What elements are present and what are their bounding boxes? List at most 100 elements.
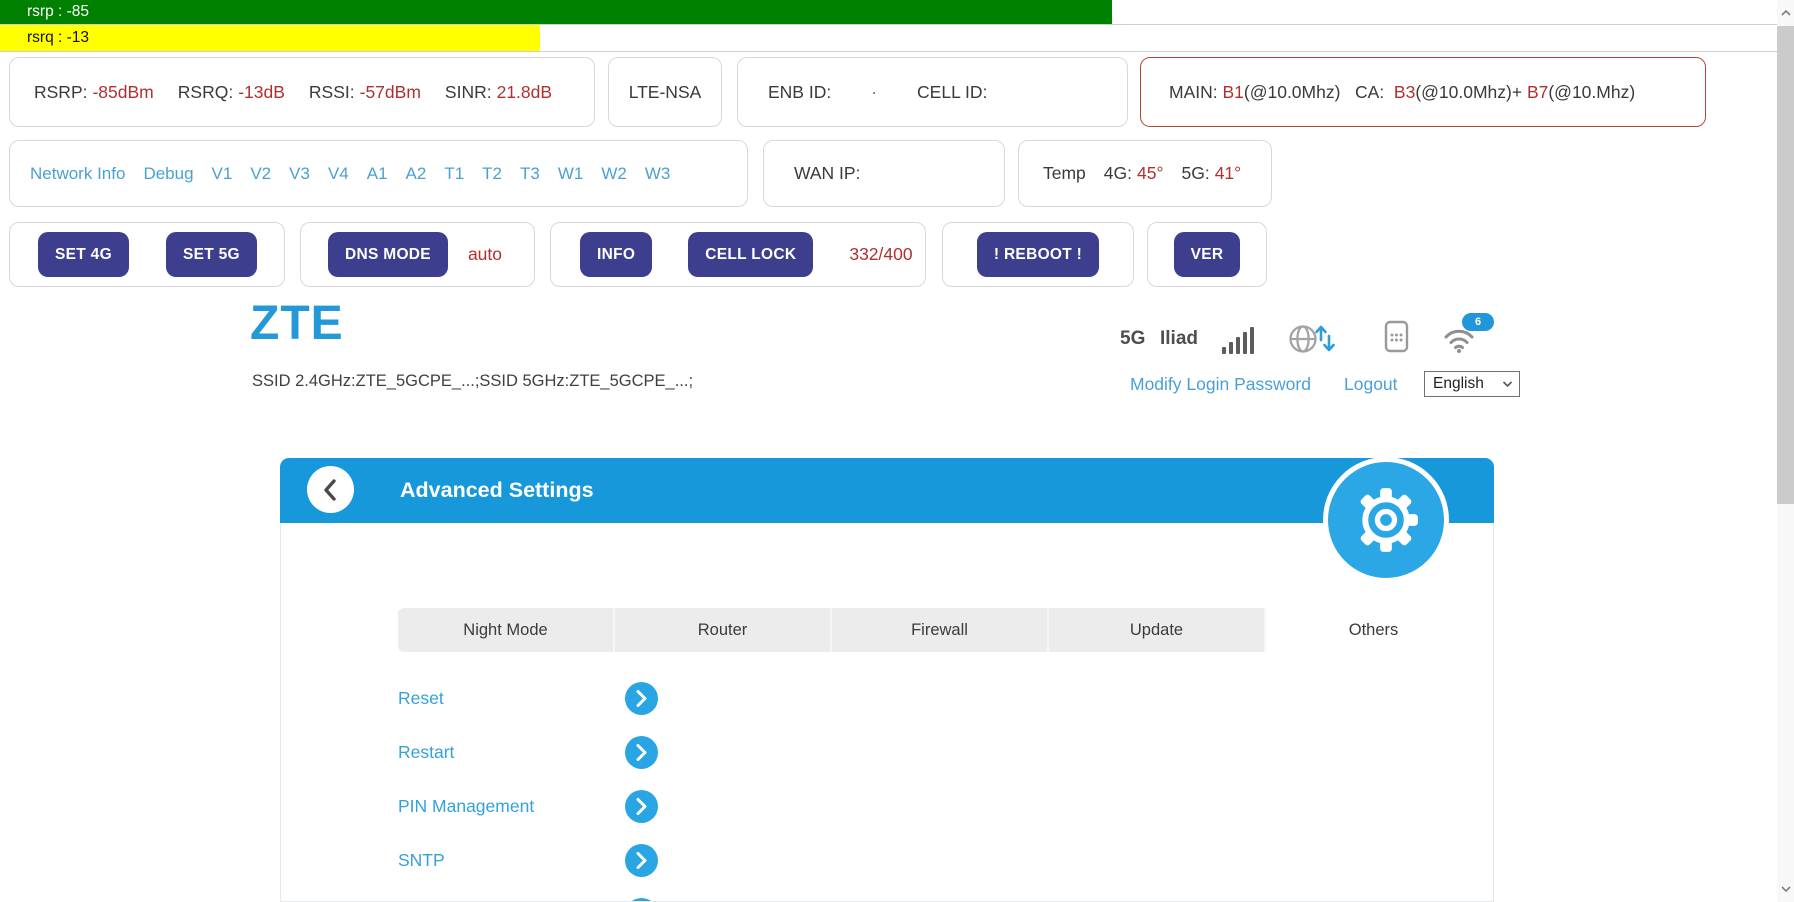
debug-link[interactable]: V3 (289, 164, 310, 184)
temp-4g: 4G:45° (1104, 163, 1164, 184)
enb-id-label: ENB ID: (768, 82, 831, 103)
debug-link[interactable]: T3 (520, 164, 540, 184)
network-type-indicator: 5G (1120, 328, 1145, 350)
ver-button[interactable]: VER (1174, 232, 1241, 277)
debug-links-card: Network Info Debug V1 V2 V3 V4 A1 A2 T1 … (9, 140, 748, 207)
temp-5g: 5G:41° (1181, 163, 1241, 184)
debug-link[interactable]: W3 (645, 164, 671, 184)
zte-router-admin-page: rsrp : -85 rsrq : -13 RSRP:-85dBm RSRQ:-… (0, 0, 1794, 902)
signal-metric-value: -85dBm (92, 82, 153, 103)
signal-metric: RSRP:-85dBm (34, 82, 154, 103)
vertical-scrollbar[interactable] (1777, 0, 1794, 902)
signal-metric-label: RSSI: (309, 82, 355, 103)
signal-metric: SINR:21.8dB (445, 82, 552, 103)
menu-item-sntp[interactable]: SNTP (398, 833, 658, 887)
menu-item-reset[interactable]: Reset (398, 671, 658, 725)
temperature-card: Temp 4G:45° 5G:41° (1018, 140, 1272, 207)
temp-5g-label: 5G: (1181, 163, 1209, 184)
chevron-right-icon[interactable] (625, 736, 658, 769)
debug-link[interactable]: T1 (444, 164, 464, 184)
cell-id-label: CELL ID: (917, 82, 987, 103)
debug-link[interactable]: T2 (482, 164, 502, 184)
chevron-down-icon (1502, 380, 1513, 388)
debug-link[interactable]: Network Info (30, 164, 125, 184)
menu-item-pin-management[interactable]: PIN Management (398, 779, 658, 833)
set-4g-button[interactable]: SET 4G (38, 232, 129, 277)
set-band-card: SET 4G SET 5G (9, 222, 285, 287)
signal-strength-icon (1222, 324, 1258, 354)
band-info-card: MAIN: B1(@10.0Mhz) CA: B3(@10.0Mhz)+ B7(… (1140, 57, 1706, 127)
band-ca2-bandwidth: (@10.Mhz) (1548, 82, 1635, 103)
version-card: VER (1147, 222, 1267, 287)
menu-item-label: Reset (398, 688, 444, 709)
others-menu: Reset Restart PIN Management (398, 671, 658, 902)
settings-tabbar: Night Mode Router Firewall Update Others (398, 608, 1481, 652)
debug-link[interactable]: A2 (406, 164, 427, 184)
band-main-label: MAIN: (1169, 82, 1222, 103)
scroll-down-arrow[interactable] (1777, 876, 1794, 902)
signal-metric-value: -57dBm (360, 82, 421, 103)
logout-link[interactable]: Logout (1344, 374, 1398, 395)
temp-label: Temp (1043, 163, 1086, 184)
set-5g-button[interactable]: SET 5G (166, 232, 257, 277)
signal-metric-value: 21.8dB (497, 82, 552, 103)
menu-item-network-information[interactable]: Network Information (398, 887, 658, 902)
info-button[interactable]: INFO (580, 232, 652, 277)
rsrq-bar-label: rsrq : -13 (27, 29, 89, 47)
band-ca-label: CA: (1340, 82, 1393, 103)
dns-mode-button[interactable]: DNS MODE (328, 232, 448, 277)
tab-router[interactable]: Router (615, 608, 832, 652)
debug-link[interactable]: V2 (250, 164, 271, 184)
cell-lock-button[interactable]: CELL LOCK (688, 232, 813, 277)
back-button[interactable] (307, 466, 354, 513)
language-select[interactable]: English (1424, 371, 1520, 397)
tab-others[interactable]: Others (1266, 608, 1481, 652)
menu-item-label: PIN Management (398, 796, 534, 817)
reboot-button[interactable]: ! REBOOT ! (977, 232, 1099, 277)
dns-mode-card: DNS MODE auto (300, 222, 535, 287)
chevron-right-icon[interactable] (625, 898, 658, 902)
settings-gear-icon (1323, 457, 1449, 583)
cell-lock-value: 332/400 (849, 244, 912, 265)
debug-link[interactable]: V1 (212, 164, 233, 184)
wan-ip-card: WAN IP: (763, 140, 1005, 207)
band-main-bandwidth: (@10.0Mhz) (1244, 82, 1341, 103)
debug-link[interactable]: W1 (558, 164, 584, 184)
scroll-up-arrow[interactable] (1777, 0, 1794, 26)
reboot-card: ! REBOOT ! (942, 222, 1134, 287)
menu-item-restart[interactable]: Restart (398, 725, 658, 779)
chevron-left-icon (308, 467, 354, 513)
band-ca1-value: B3 (1394, 82, 1415, 103)
tab-update[interactable]: Update (1049, 608, 1266, 652)
scrollbar-thumb[interactable] (1777, 26, 1794, 504)
signal-metric: RSRQ:-13dB (178, 82, 285, 103)
sim-card-icon (1384, 320, 1410, 354)
page-title: Advanced Settings (400, 458, 594, 523)
rsrp-bar-label: rsrp : -85 (27, 3, 89, 21)
ssid-info: SSID 2.4GHz:ZTE_5GCPE_...;SSID 5GHz:ZTE_… (252, 372, 693, 391)
signal-metric-label: RSRQ: (178, 82, 233, 103)
modify-login-password-link[interactable]: Modify Login Password (1130, 374, 1311, 395)
dns-mode-value: auto (468, 244, 502, 265)
panel-header: Advanced Settings (280, 458, 1494, 523)
chevron-right-icon[interactable] (625, 844, 658, 877)
debug-link[interactable]: W2 (601, 164, 627, 184)
language-select-value: English (1433, 375, 1484, 393)
wifi-clients-badge: 6 (1462, 313, 1494, 331)
internet-globe-icon (1288, 322, 1336, 356)
debug-link[interactable]: V4 (328, 164, 349, 184)
signal-metric: RSSI:-57dBm (309, 82, 421, 103)
band-main-value: B1 (1222, 82, 1243, 103)
menu-item-label: SNTP (398, 850, 445, 871)
signal-metric-value: -13dB (238, 82, 285, 103)
wan-ip-label: WAN IP: (794, 163, 860, 184)
rsrp-bar-row: rsrp : -85 (0, 0, 1777, 25)
tab-firewall[interactable]: Firewall (832, 608, 1049, 652)
band-ca1-bandwidth: (@10.0Mhz)+ (1415, 82, 1527, 103)
debug-link[interactable]: A1 (367, 164, 388, 184)
signal-metric-label: RSRP: (34, 82, 87, 103)
chevron-right-icon[interactable] (625, 682, 658, 715)
tab-night-mode[interactable]: Night Mode (398, 608, 615, 652)
debug-link[interactable]: Debug (143, 164, 193, 184)
chevron-right-icon[interactable] (625, 790, 658, 823)
